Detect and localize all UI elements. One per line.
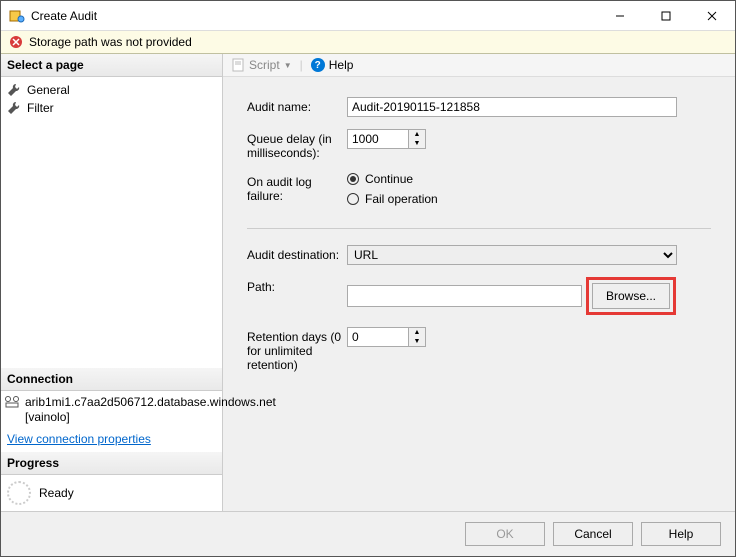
highlight-annotation: Browse... <box>586 277 676 315</box>
page-item-general[interactable]: General <box>7 81 216 99</box>
retention-label: Retention days (0 for unlimited retentio… <box>247 327 347 372</box>
path-input[interactable] <box>347 285 582 307</box>
retention-stepper[interactable]: ▲▼ <box>347 327 426 347</box>
script-button[interactable]: Script <box>249 58 280 72</box>
help-icon: ? <box>311 58 325 72</box>
title-bar: Create Audit <box>1 1 735 31</box>
cancel-button[interactable]: Cancel <box>553 522 633 546</box>
radio-icon <box>347 173 359 185</box>
error-text: Storage path was not provided <box>29 35 192 49</box>
view-connection-link[interactable]: View connection properties <box>1 426 157 452</box>
radio-continue[interactable]: Continue <box>347 172 711 186</box>
script-icon <box>231 58 245 72</box>
queue-delay-label: Queue delay (in milliseconds): <box>247 129 347 160</box>
maximize-button[interactable] <box>643 1 689 30</box>
minimize-button[interactable] <box>597 1 643 30</box>
error-banner: Storage path was not provided <box>1 31 735 54</box>
connection-info: arib1mi1.c7aa2d506712.database.windows.n… <box>1 391 222 426</box>
error-icon <box>9 35 23 49</box>
close-button[interactable] <box>689 1 735 30</box>
browse-button[interactable]: Browse... <box>592 283 670 309</box>
wrench-icon <box>7 101 21 115</box>
radio-fail[interactable]: Fail operation <box>347 192 711 206</box>
spin-down-icon[interactable]: ▼ <box>409 337 425 346</box>
progress-status: Ready <box>39 486 74 500</box>
spin-up-icon[interactable]: ▲ <box>409 328 425 337</box>
connection-header: Connection <box>1 368 222 391</box>
progress-header: Progress <box>1 452 222 475</box>
ok-button[interactable]: OK <box>465 522 545 546</box>
radio-icon <box>347 193 359 205</box>
page-label: Filter <box>27 101 54 115</box>
toolbar: Script ▼ | ? Help <box>223 54 735 77</box>
audit-dest-select[interactable]: URL <box>347 245 677 265</box>
pages-header: Select a page <box>1 54 222 77</box>
right-panel: Script ▼ | ? Help Audit name: Queue dela… <box>223 54 735 511</box>
queue-delay-input[interactable] <box>348 130 408 148</box>
spin-up-icon[interactable]: ▲ <box>409 130 425 139</box>
audit-name-label: Audit name: <box>247 97 347 114</box>
help-button[interactable]: Help <box>329 58 354 72</box>
help-button[interactable]: Help <box>641 522 721 546</box>
separator <box>247 228 711 229</box>
radio-continue-label: Continue <box>365 172 413 186</box>
dialog-buttons: OK Cancel Help <box>1 511 735 556</box>
server-icon <box>4 395 20 409</box>
retention-input[interactable] <box>348 328 408 346</box>
left-panel: Select a page General Filter Connection … <box>1 54 223 511</box>
path-label: Path: <box>247 277 347 294</box>
audit-name-input[interactable] <box>347 97 677 117</box>
radio-fail-label: Fail operation <box>365 192 438 206</box>
app-icon <box>9 8 25 24</box>
queue-delay-stepper[interactable]: ▲▼ <box>347 129 426 149</box>
script-dropdown-icon[interactable]: ▼ <box>284 61 292 70</box>
page-item-filter[interactable]: Filter <box>7 99 216 117</box>
wrench-icon <box>7 83 21 97</box>
on-failure-label: On audit log failure: <box>247 172 347 203</box>
page-label: General <box>27 83 70 97</box>
audit-dest-label: Audit destination: <box>247 245 347 262</box>
spin-down-icon[interactable]: ▼ <box>409 139 425 148</box>
progress-spinner-icon <box>7 481 31 505</box>
window-title: Create Audit <box>31 9 597 23</box>
